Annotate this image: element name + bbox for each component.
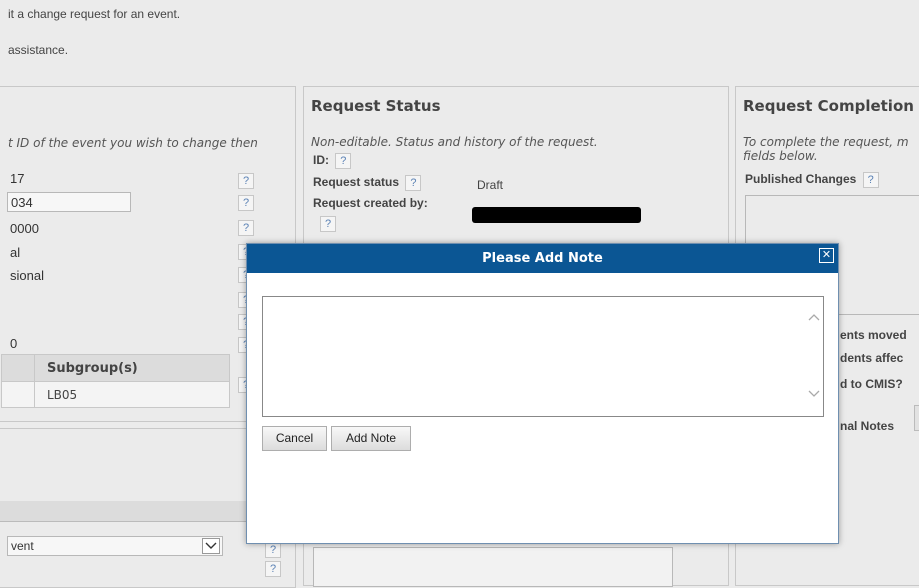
table-cell: LB05 <box>34 381 230 408</box>
cmis-label: d to CMIS? <box>840 377 903 391</box>
add-note-button[interactable]: Add Note <box>331 426 411 451</box>
published-changes-label: Published Changes <box>745 172 857 186</box>
students-moved-label: ents moved <box>840 328 907 342</box>
id-label: ID: <box>313 153 329 167</box>
help-icon[interactable]: ? <box>265 542 281 558</box>
status-label: Request status <box>313 175 400 189</box>
completion-description-1: To complete the request, m <box>743 135 909 149</box>
intro-line-2: assistance. <box>8 43 69 57</box>
dialog-titlebar: Please Add Note ✕ <box>247 244 838 273</box>
help-icon[interactable]: ? <box>265 561 281 577</box>
created-by-label: Request created by: <box>313 196 428 210</box>
notes-label: nal Notes <box>840 419 895 433</box>
dialog-title: Please Add Note <box>482 251 603 266</box>
help-icon[interactable]: ? <box>862 172 879 188</box>
help-icon[interactable]: ? <box>238 173 254 189</box>
table-header-cell: Subgroup(s) <box>34 354 230 382</box>
add-note-dialog: Please Add Note ✕ Cancel Add Note <box>246 243 839 544</box>
notes-button[interactable] <box>914 405 919 431</box>
table-header-cell <box>1 354 35 382</box>
section-bar <box>0 501 269 522</box>
chevron-up-icon[interactable] <box>808 312 820 322</box>
textarea-scrollbar[interactable] <box>806 298 822 415</box>
intro-line-1: it a change request for an event. <box>8 7 181 21</box>
chevron-down-icon[interactable] <box>808 389 820 399</box>
history-box <box>313 547 673 587</box>
redacted-name <box>472 207 641 223</box>
event-value-4: al <box>10 245 21 260</box>
completion-description-2: fields below. <box>743 149 818 163</box>
note-textarea[interactable] <box>262 296 824 417</box>
subgroup-header: Subgroup(s) <box>47 361 138 376</box>
help-icon[interactable]: ? <box>405 175 422 191</box>
panel-title: Request Status <box>311 97 441 115</box>
subgroup-value: LB05 <box>47 388 78 402</box>
event-value-3: 0000 <box>10 221 39 236</box>
cancel-button[interactable]: Cancel <box>262 426 327 451</box>
table-cell <box>1 381 35 408</box>
help-icon[interactable]: ? <box>238 220 254 236</box>
students-affected-label: dents affec <box>840 351 904 365</box>
help-icon[interactable]: ? <box>335 153 352 169</box>
help-icon[interactable]: ? <box>320 216 336 232</box>
status-value: Draft <box>477 178 504 192</box>
event-value-1: 17 <box>10 171 25 186</box>
event-id-value: 034 <box>11 195 33 210</box>
event-type-select[interactable]: vent <box>7 536 223 556</box>
event-type-value: vent <box>11 539 34 553</box>
help-icon[interactable]: ? <box>238 195 254 211</box>
panel-description: Non-editable. Status and history of the … <box>311 135 598 149</box>
event-value-5: sional <box>10 268 44 283</box>
event-instructions: t ID of the event you wish to change the… <box>8 136 258 150</box>
close-icon[interactable]: ✕ <box>819 248 834 263</box>
event-value-6: 0 <box>10 336 18 351</box>
event-id-input[interactable]: 034 <box>7 192 131 212</box>
chevron-down-icon[interactable] <box>202 538 220 554</box>
panel-title: Request Completion <box>743 97 914 115</box>
